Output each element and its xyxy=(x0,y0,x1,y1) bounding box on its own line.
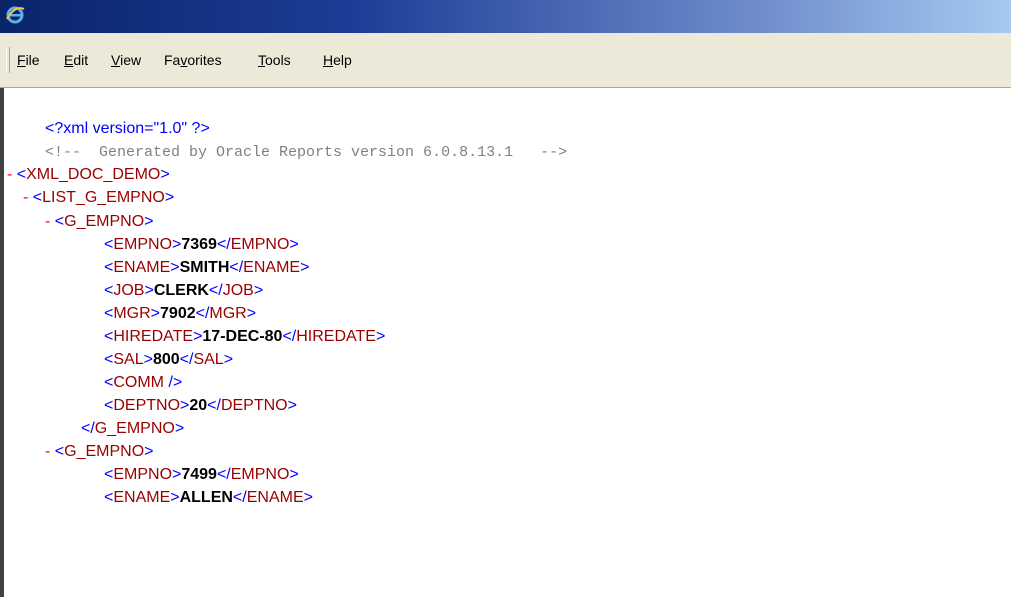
tag-name: LIST_G_EMPNO xyxy=(42,189,165,206)
menu-help-rest: elp xyxy=(333,52,352,68)
element-mgr: <MGR>7902</MGR> xyxy=(104,305,257,322)
xml-comment: <!-- Generated by Oracle Reports version… xyxy=(45,141,567,163)
menu-help-mnemonic: H xyxy=(323,52,334,68)
node-list-g-empno-open[interactable]: - <LIST_G_EMPNO> xyxy=(23,187,174,209)
node-xml-doc-demo-open[interactable]: - <XML_DOC_DEMO> xyxy=(7,164,170,186)
menu-bar: File Edit View Favorites Tools Help xyxy=(0,33,1011,88)
tag-name: G_EMPNO xyxy=(64,213,145,230)
element-value: SMITH xyxy=(179,259,230,276)
element-ename-2: <ENAME>ALLEN</ENAME> xyxy=(104,489,313,506)
element-value: 17-DEC-80 xyxy=(202,328,283,345)
element-ename: <ENAME>SMITH</ENAME> xyxy=(104,259,310,276)
node-g-empno-close: </G_EMPNO> xyxy=(81,420,185,437)
collapse-toggle[interactable]: - xyxy=(23,189,28,206)
element-empno: <EMPNO>7369</EMPNO> xyxy=(104,236,299,253)
menu-tools-rest: ools xyxy=(265,52,291,68)
xml-declaration: <?xml version="1.0" ?> xyxy=(45,118,210,140)
xml-document-view: <?xml version="1.0" ?> <!-- Generated by… xyxy=(0,88,1011,597)
toolbar-grip[interactable] xyxy=(6,47,10,73)
tag-name: XML_DOC_DEMO xyxy=(26,166,161,183)
menu-help[interactable]: Help xyxy=(323,52,352,68)
menu-tools[interactable]: Tools xyxy=(258,52,291,68)
menu-view-mnemonic: V xyxy=(111,52,121,68)
element-sal: <SAL>800</SAL> xyxy=(104,351,234,368)
node-g-empno-open[interactable]: - <G_EMPNO> xyxy=(45,211,153,233)
menu-view[interactable]: View xyxy=(111,52,141,68)
menu-favorites-rest: orites xyxy=(187,52,222,68)
element-value: 7369 xyxy=(181,236,217,253)
tag-name: G_EMPNO xyxy=(64,443,145,460)
element-value: ALLEN xyxy=(179,489,233,506)
element-value: CLERK xyxy=(153,282,209,299)
menu-view-rest: iew xyxy=(120,52,142,68)
title-bar xyxy=(0,0,1011,33)
collapse-toggle[interactable]: - xyxy=(45,443,50,460)
collapse-toggle[interactable]: - xyxy=(7,166,12,183)
tag-name: G_EMPNO xyxy=(94,420,175,437)
element-value: 800 xyxy=(152,351,180,368)
element-empno-2: <EMPNO>7499</EMPNO> xyxy=(104,466,299,483)
collapse-toggle[interactable]: - xyxy=(45,213,50,230)
menu-tools-mnemonic: T xyxy=(258,52,265,68)
menu-edit-mnemonic: E xyxy=(64,52,74,68)
menu-file-mnemonic: F xyxy=(17,52,26,68)
node-g-empno-open-2[interactable]: - <G_EMPNO> xyxy=(45,441,153,463)
xml-comment-text: <!-- Generated by Oracle Reports version… xyxy=(45,144,568,161)
menu-favorites-pre: Fa xyxy=(164,52,181,68)
element-value: 7499 xyxy=(181,466,217,483)
tag-name: COMM xyxy=(113,374,164,391)
element-comm: <COMM /> xyxy=(104,374,183,391)
element-value: 20 xyxy=(189,397,208,414)
element-job: <JOB>CLERK</JOB> xyxy=(104,282,264,299)
menu-favorites[interactable]: Favorites xyxy=(164,52,222,68)
element-deptno: <DEPTNO>20</DEPTNO> xyxy=(104,397,297,414)
internet-explorer-icon xyxy=(6,6,25,24)
element-hiredate: <HIREDATE>17-DEC-80</HIREDATE> xyxy=(104,328,386,345)
menu-file[interactable]: File xyxy=(17,52,40,68)
menu-edit-rest: dit xyxy=(73,52,89,68)
menu-file-rest: ile xyxy=(25,52,40,68)
element-value: 7902 xyxy=(160,305,196,322)
menu-edit[interactable]: Edit xyxy=(64,52,88,68)
xml-pi-text: <?xml version="1.0" ?> xyxy=(45,120,210,137)
